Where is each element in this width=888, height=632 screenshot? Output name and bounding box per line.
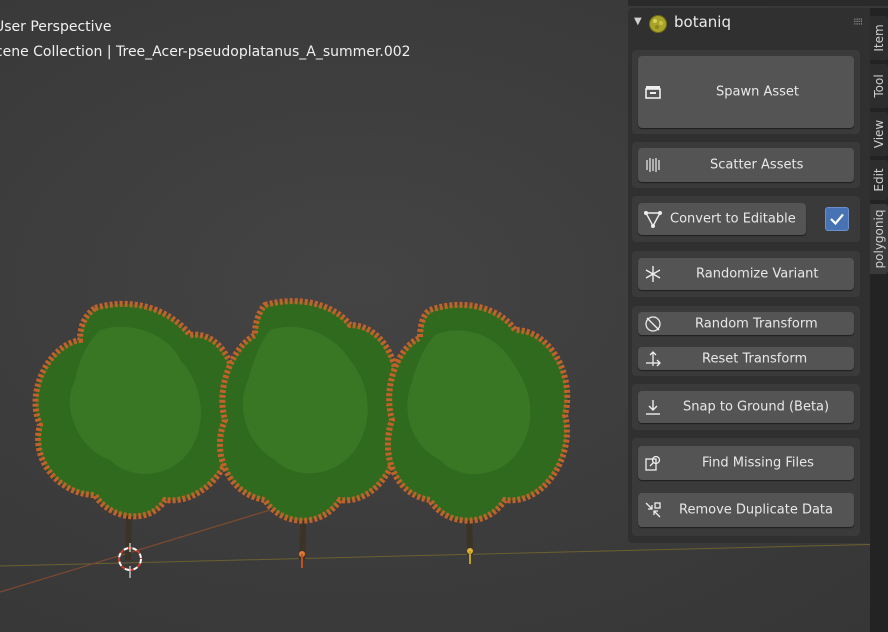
- sparkle-icon: [642, 263, 664, 285]
- reset-transform-icon: [642, 348, 664, 370]
- tree-3[interactable]: [385, 301, 571, 556]
- utility-box: Find Missing Files Remove Duplicate Data: [632, 438, 860, 536]
- snap-down-icon: [642, 396, 664, 418]
- scatter-assets-label: Scatter Assets: [710, 157, 804, 173]
- sidebar-tab-strip: Item Tool View Edit polygoniq: [870, 8, 888, 632]
- tab-polygoniq[interactable]: polygoniq: [870, 204, 888, 274]
- botaniq-panel: ▼ botaniq ⁝⁝⁝⁝ Spawn Asset Scatter Asset…: [628, 8, 870, 543]
- view-mode-label: User Perspective: [0, 19, 112, 35]
- 3d-cursor-icon[interactable]: [118, 543, 142, 578]
- panel-header[interactable]: ▼ botaniq ⁝⁝⁝⁝: [628, 8, 870, 38]
- randomize-variant-label: Randomize Variant: [696, 266, 819, 282]
- snap-to-ground-label: Snap to Ground (Beta): [683, 399, 830, 415]
- checkmark-icon: [830, 213, 844, 226]
- convert-icon: [642, 208, 664, 230]
- remove-duplicate-data-label: Remove Duplicate Data: [679, 502, 833, 518]
- reset-transform-button[interactable]: Reset Transform: [638, 347, 854, 370]
- transform-box: Random Transform Reset Transform: [632, 306, 860, 376]
- snap-to-ground-button[interactable]: Snap to Ground (Beta): [638, 391, 854, 423]
- scatter-icon: [642, 154, 664, 176]
- panel-title: botaniq: [674, 13, 731, 31]
- spawn-box: Spawn Asset: [632, 50, 860, 134]
- tab-edit-label: Edit: [872, 168, 886, 192]
- tab-tool-label: Tool: [872, 74, 886, 98]
- spawn-asset-button[interactable]: Spawn Asset: [638, 56, 854, 128]
- merge-icon: [642, 499, 664, 521]
- header-strip: [628, 0, 888, 6]
- convert-box: Convert to Editable: [632, 196, 860, 242]
- tab-tool[interactable]: Tool: [870, 64, 888, 108]
- tab-item-label: Item: [872, 24, 886, 52]
- convert-to-editable-label: Convert to Editable: [670, 211, 796, 227]
- spawn-icon: [642, 81, 664, 103]
- find-missing-files-button[interactable]: Find Missing Files: [638, 446, 854, 480]
- tree-2[interactable]: [217, 298, 402, 561]
- find-missing-files-label: Find Missing Files: [702, 455, 814, 471]
- convert-checkbox[interactable]: [825, 207, 849, 231]
- spawn-asset-label: Spawn Asset: [716, 84, 800, 100]
- tab-polygoniq-label: polygoniq: [872, 209, 886, 269]
- random-transform-button[interactable]: Random Transform: [638, 312, 854, 335]
- x-axis-line: [0, 509, 271, 593]
- find-files-icon: [642, 452, 664, 474]
- collection-label: Scene Collection | Tree_Acer-pseudoplata…: [0, 44, 411, 60]
- variant-box: Randomize Variant: [632, 251, 860, 297]
- reset-transform-label: Reset Transform: [702, 351, 808, 366]
- scatter-assets-button[interactable]: Scatter Assets: [638, 148, 854, 182]
- randomize-variant-button[interactable]: Randomize Variant: [638, 258, 854, 290]
- tab-view-label: View: [872, 119, 886, 149]
- snap-box: Snap to Ground (Beta): [632, 384, 860, 430]
- random-transform-label: Random Transform: [695, 316, 818, 331]
- tab-item[interactable]: Item: [870, 16, 888, 60]
- triangle-down-icon[interactable]: ▼: [634, 16, 642, 27]
- tab-view[interactable]: View: [870, 112, 888, 156]
- remove-duplicate-data-button[interactable]: Remove Duplicate Data: [638, 493, 854, 527]
- botaniq-logo-icon: [648, 14, 668, 34]
- tab-edit[interactable]: Edit: [870, 160, 888, 200]
- horizon-line: [0, 543, 888, 567]
- scatter-box: Scatter Assets: [632, 142, 860, 188]
- tree-1[interactable]: [32, 300, 239, 561]
- drag-grip-icon[interactable]: ⁝⁝⁝⁝: [853, 17, 863, 28]
- random-transform-icon: [642, 313, 664, 335]
- convert-to-editable-button[interactable]: Convert to Editable: [638, 203, 806, 235]
